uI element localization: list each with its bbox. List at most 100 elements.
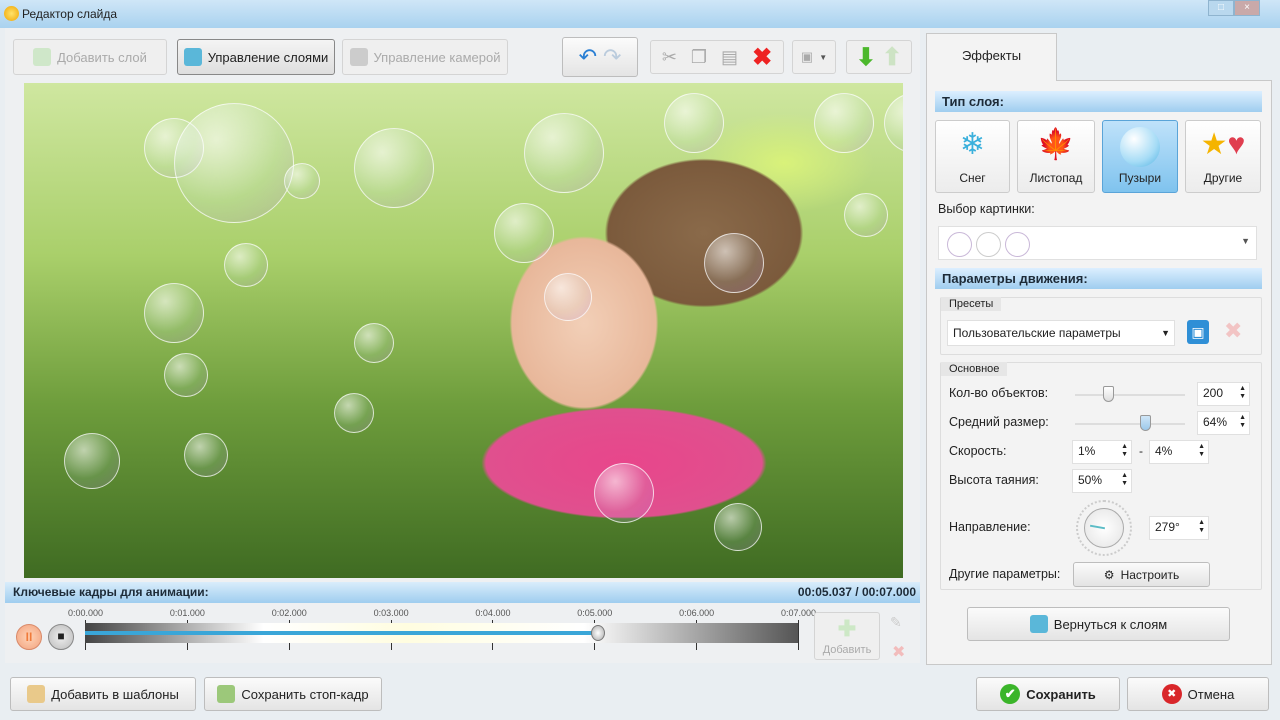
cancel-button[interactable]: ✖ Отмена — [1127, 677, 1269, 711]
bubble — [164, 353, 208, 397]
title-bar: Редактор слайда □ × — [0, 0, 1280, 28]
timeline-tick-label: 0:04.000 — [475, 608, 511, 618]
speed-label: Скорость: — [949, 444, 1007, 458]
add-layer-button[interactable]: Добавить слой — [13, 39, 167, 75]
count-slider[interactable] — [1075, 386, 1185, 402]
plus-icon: ✚ — [837, 616, 857, 641]
time-readout: 00:05.037 / 00:07.000 — [797, 585, 916, 599]
bubble-thumbnails — [947, 232, 1030, 257]
add-keyframe-button[interactable]: ✚ Добавить — [814, 612, 880, 660]
leaf-icon: 🍁 — [1037, 128, 1075, 161]
align-dropdown[interactable]: ▣ ▼ — [792, 40, 836, 74]
speed-max-value: 4% — [1155, 444, 1173, 458]
keyframes-header: Ключевые кадры для анимации: 00:05.037 /… — [5, 582, 920, 603]
back-to-layers-label: Вернуться к слоям — [1053, 616, 1168, 632]
direction-input[interactable]: 279° ▲ ▼ — [1149, 516, 1209, 540]
paste-icon[interactable]: ▤ — [721, 47, 738, 68]
layer-type-other[interactable]: ★♥ Другие — [1185, 120, 1261, 193]
size-slider[interactable] — [1075, 415, 1185, 431]
count-value: 200 — [1203, 386, 1224, 400]
spinner-arrows-icon[interactable]: ▲ ▼ — [1121, 443, 1128, 459]
direction-dial[interactable] — [1076, 500, 1132, 556]
type-label: Листопад — [1029, 171, 1083, 185]
copy-icon[interactable]: ❐ — [691, 47, 707, 68]
timeline-tick-label: 0:05.000 — [577, 608, 613, 618]
edit-keyframe-icon[interactable]: ✎ — [890, 614, 902, 631]
slider-thumb[interactable] — [1103, 386, 1114, 402]
layer-type-bubbles[interactable]: Пузыри — [1102, 120, 1178, 193]
save-button[interactable]: ✔ Сохранить — [976, 677, 1120, 711]
add-layer-label: Добавить слой — [57, 49, 147, 65]
save-preset-icon[interactable]: ▣ — [1187, 320, 1209, 344]
melt-label: Высота таяния: — [949, 473, 1039, 487]
cancel-icon: ✖ — [1161, 684, 1182, 704]
picture-select[interactable]: ▼ — [938, 226, 1257, 260]
timeline-progress — [85, 631, 598, 635]
slide-preview-canvas[interactable] — [24, 83, 903, 578]
close-button[interactable]: × — [1234, 0, 1260, 16]
check-icon: ✔ — [1000, 684, 1021, 704]
spinner-arrows-icon[interactable]: ▲ ▼ — [1121, 472, 1128, 488]
size-input[interactable]: 64% ▲ ▼ — [1197, 411, 1250, 435]
manage-camera-button[interactable]: Управление камерой — [342, 39, 508, 75]
tab-effects[interactable]: Эффекты — [926, 33, 1057, 81]
timeline-tick-label: 0:03.000 — [373, 608, 409, 618]
timeline-tick-label: 0:01.000 — [169, 608, 205, 618]
configure-button[interactable]: ⚙ Настроить — [1073, 562, 1210, 587]
move-down-icon[interactable]: ⬇ — [856, 43, 876, 72]
maximize-button[interactable]: □ — [1208, 0, 1234, 16]
bubble — [174, 103, 294, 223]
plus-icon — [33, 48, 52, 66]
chevron-down-icon: ▼ — [1241, 236, 1250, 246]
move-up-icon[interactable]: ⬆ — [882, 43, 902, 72]
bubble-icon — [1103, 127, 1177, 171]
slider-thumb[interactable] — [1140, 415, 1152, 431]
spinner-arrows-icon[interactable]: ▲ ▼ — [1198, 519, 1205, 535]
delete-preset-icon[interactable]: ✖ — [1224, 318, 1242, 344]
delete-keyframe-icon[interactable]: ✖ — [892, 642, 905, 662]
preset-select[interactable]: Пользовательские параметры ▼ — [947, 320, 1175, 346]
manage-layers-button[interactable]: Управление слоями — [177, 39, 335, 75]
stop-button[interactable]: ■ — [48, 624, 74, 650]
count-input[interactable]: 200 ▲ ▼ — [1197, 382, 1250, 406]
layer-type-snow[interactable]: ❄ Снег — [935, 120, 1010, 193]
timeline-track[interactable] — [85, 623, 798, 643]
add-to-templates-button[interactable]: Добавить в шаблоны — [10, 677, 196, 711]
spinner-arrows-icon[interactable]: ▲ ▼ — [1198, 443, 1205, 459]
preset-value: Пользовательские параметры — [953, 326, 1121, 340]
redo-icon[interactable]: ↷ — [603, 44, 621, 70]
undo-redo-group: ↶ ↷ — [562, 37, 638, 77]
bubble — [224, 243, 268, 287]
type-label: Снег — [959, 171, 986, 185]
back-to-layers-button[interactable]: Вернуться к слоям — [967, 607, 1230, 641]
melt-input[interactable]: 50% ▲ ▼ — [1072, 469, 1132, 493]
pause-button[interactable]: II — [16, 624, 42, 650]
save-frame-button[interactable]: Сохранить стоп-кадр — [204, 677, 382, 711]
cut-icon[interactable]: ✂ — [662, 47, 677, 68]
timeline-playhead[interactable] — [590, 625, 605, 641]
count-label: Кол-во объектов: — [949, 386, 1049, 400]
layer-type-leaves[interactable]: 🍁 Листопад — [1017, 120, 1095, 193]
edit-group: ✂ ❐ ▤ ✖ — [650, 40, 784, 74]
chevron-down-icon: ▼ — [819, 52, 828, 62]
timeline-tick-label: 0:02.000 — [271, 608, 307, 618]
speed-max-input[interactable]: 4% ▲ ▼ — [1149, 440, 1209, 464]
template-icon — [27, 685, 46, 703]
cancel-label: Отмена — [1187, 686, 1235, 702]
bubble — [354, 323, 394, 363]
spinner-arrows-icon[interactable]: ▲ ▼ — [1239, 385, 1246, 401]
motion-params-header: Параметры движения: — [935, 268, 1262, 289]
size-value: 64% — [1203, 415, 1228, 429]
chevron-down-icon: ▼ — [1161, 328, 1170, 338]
bubble — [704, 233, 764, 293]
bubble — [144, 283, 204, 343]
gear-icon: ⚙ — [1103, 567, 1115, 582]
direction-label: Направление: — [949, 520, 1031, 534]
speed-min-input[interactable]: 1% ▲ ▼ — [1072, 440, 1132, 464]
spinner-arrows-icon[interactable]: ▲ ▼ — [1239, 414, 1246, 430]
window-title: Редактор слайда — [22, 7, 118, 21]
speed-separator: - — [1139, 444, 1143, 458]
undo-icon[interactable]: ↶ — [579, 44, 597, 70]
delete-icon[interactable]: ✖ — [752, 43, 772, 72]
layers-icon — [1029, 615, 1048, 633]
